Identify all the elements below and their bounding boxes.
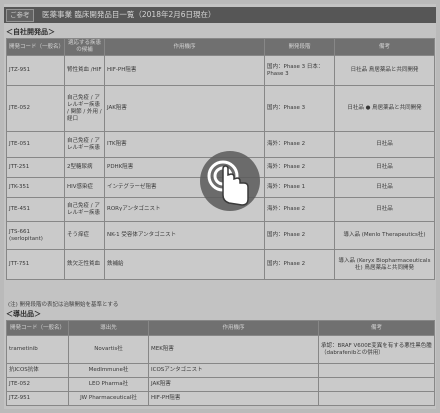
document-title: 医薬事業 臨床開発品目一覧（2018年2月6日現在） bbox=[42, 10, 216, 19]
remark: 日社品 bbox=[334, 197, 435, 222]
dev-code: trametinib bbox=[6, 335, 69, 364]
stage: 国内：Phase 2 bbox=[264, 249, 335, 280]
indication: 鉄欠乏性貧血 bbox=[64, 249, 105, 280]
stage: 国内：Phase 3 日本：Phase 3 bbox=[264, 55, 335, 86]
document-header: ご参考 医薬事業 臨床開発品目一覧（2018年2月6日現在） bbox=[4, 7, 436, 23]
indication: 腎性貧血 /HIF bbox=[64, 55, 105, 86]
dev-code: JTE-051 bbox=[6, 131, 65, 158]
own-section-title: ＜自社開発品＞ bbox=[6, 28, 55, 36]
mechanism: 鉄補給 bbox=[104, 249, 265, 280]
stage: 海外：Phase 2 bbox=[264, 131, 335, 158]
dev-code: JTT-751 bbox=[6, 249, 65, 280]
mechanism: JAK阻害 bbox=[104, 85, 265, 132]
dev-code: JTE-052 bbox=[6, 377, 69, 392]
table-row: trametinib Novartis社 MEK阻害 承認：BRAF V600E… bbox=[6, 335, 435, 364]
remark: 導入品 (Menlo Therapeutics社) bbox=[334, 221, 435, 250]
stage: 国内：Phase 3 bbox=[264, 85, 335, 132]
table-header-row: 開発コード（一般名） 適応する疾患の候補 作用機序 開発段階 備考 bbox=[6, 38, 435, 56]
dev-code: 抗ICOS抗体 bbox=[6, 363, 69, 378]
table-row: JTS-661 (serlopitant) そう痒症 NK-1 受容体アンタゴニ… bbox=[6, 221, 435, 250]
remark bbox=[318, 377, 435, 392]
table-row: JTE-052 LEO Pharma社 JAK阻害 bbox=[6, 377, 435, 392]
indication: そう痒症 bbox=[64, 221, 105, 250]
dev-code: JTZ-951 bbox=[6, 55, 65, 86]
col-header: 適応する疾患の候補 bbox=[64, 38, 105, 56]
col-header: 開発コード（一般名） bbox=[6, 320, 69, 336]
mechanism: JAK阻害 bbox=[148, 377, 319, 392]
footnote: (注) 開発段階の表記は治験開始を基準とする bbox=[8, 302, 119, 308]
stage: 海外：Phase 1 bbox=[264, 177, 335, 198]
remark: 日社品 bbox=[334, 157, 435, 178]
table-row: JTZ-951 JW Pharmaceutical社 HIF-PH阻害 bbox=[6, 391, 435, 406]
dev-code: JTS-661 (serlopitant) bbox=[6, 221, 65, 250]
reference-tag: ご参考 bbox=[6, 9, 34, 22]
stage: 国内：Phase 2 bbox=[264, 221, 335, 250]
table-row: 抗ICOS抗体 MedImmune社 ICOSアンタゴニスト bbox=[6, 363, 435, 378]
col-header: 備考 bbox=[334, 38, 435, 56]
dev-code: JTE-451 bbox=[6, 197, 65, 222]
indication: 自己免疫 / アレルギー疾患 bbox=[64, 131, 105, 158]
col-header: 作用機序 bbox=[104, 38, 265, 56]
dev-code: JTE-052 bbox=[6, 85, 65, 132]
partner: MedImmune社 bbox=[68, 363, 149, 378]
partner: JW Pharmaceutical社 bbox=[68, 391, 149, 406]
mechanism: NK-1 受容体アンタゴニスト bbox=[104, 221, 265, 250]
table-header-row: 開発コード（一般名） 導出先 作用機序 備考 bbox=[6, 320, 435, 336]
col-header: 開発コード（一般名） bbox=[6, 38, 65, 56]
remark: 日社品 鳥居薬品と共同開発 bbox=[334, 55, 435, 86]
partner: Novartis社 bbox=[68, 335, 149, 364]
stage: 海外：Phase 2 bbox=[264, 157, 335, 178]
partner: LEO Pharma社 bbox=[68, 377, 149, 392]
indication: 2型糖尿病 bbox=[64, 157, 105, 178]
tap-gesture-icon[interactable] bbox=[196, 147, 270, 221]
col-header: 作用機序 bbox=[148, 320, 319, 336]
remark: 承認：BRAF V600E変異を有する悪性黒色腫（dabrafenibとの併用） bbox=[318, 335, 435, 364]
remark: 日社品 bbox=[334, 177, 435, 198]
table-row: JTZ-951 腎性貧血 /HIF HIF-PH阻害 国内：Phase 3 日本… bbox=[6, 55, 435, 86]
mechanism: HIF-PH阻害 bbox=[148, 391, 319, 406]
table-row: JTT-751 鉄欠乏性貧血 鉄補給 国内：Phase 2 導入品 (Keryx… bbox=[6, 249, 435, 280]
indication: 自己免疫 / アレルギー疾患 / 関節 / 外用 / 経口 bbox=[64, 85, 105, 132]
col-header: 導出先 bbox=[68, 320, 149, 336]
licensed-section-title: ＜導出品＞ bbox=[6, 310, 41, 318]
indication: HIV感染症 bbox=[64, 177, 105, 198]
stage: 海外：Phase 2 bbox=[264, 197, 335, 222]
dev-code: JTZ-951 bbox=[6, 391, 69, 406]
dev-code: JTK-351 bbox=[6, 177, 65, 198]
mechanism: HIF-PH阻害 bbox=[104, 55, 265, 86]
remark: 日社品 ● 鳥居薬品と共同開発 bbox=[334, 85, 435, 132]
table-row: JTE-052 自己免疫 / アレルギー疾患 / 関節 / 外用 / 経口 JA… bbox=[6, 85, 435, 132]
remark bbox=[318, 363, 435, 378]
indication: 自己免疫 / アレルギー疾患 bbox=[64, 197, 105, 222]
remark: 日社品 bbox=[334, 131, 435, 158]
mechanism: ICOSアンタゴニスト bbox=[148, 363, 319, 378]
licensed-out-table: 開発コード（一般名） 導出先 作用機序 備考 trametinib Novart… bbox=[6, 320, 435, 406]
remark bbox=[318, 391, 435, 406]
col-header: 備考 bbox=[318, 320, 435, 336]
mechanism: MEK阻害 bbox=[148, 335, 319, 364]
dev-code: JTT-251 bbox=[6, 157, 65, 178]
col-header: 開発段階 bbox=[264, 38, 335, 56]
remark: 導入品 (Keryx Biopharmaceuticals社) 鳥居薬品と共同開… bbox=[334, 249, 435, 280]
